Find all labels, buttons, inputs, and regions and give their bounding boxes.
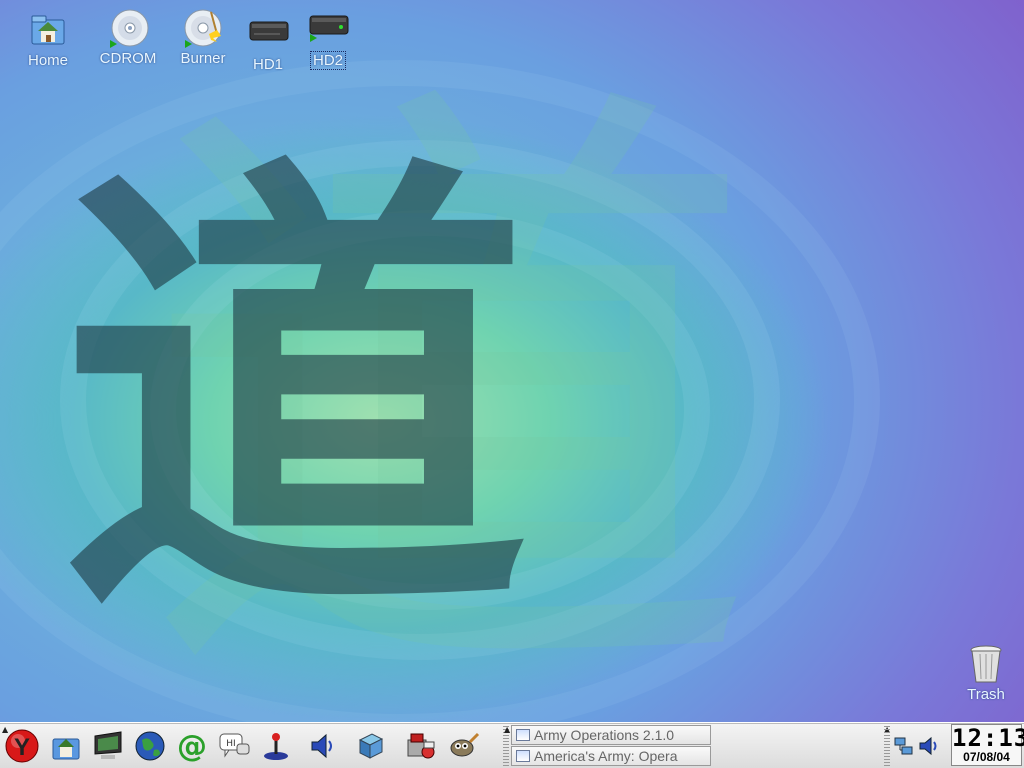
chat-bubble-icon: HI [219, 733, 250, 758]
monitor-icon [94, 731, 122, 759]
desktop-icon-label: Home [27, 52, 68, 69]
desktop-icon-label: HD1 [252, 56, 283, 73]
server-box-icon [358, 733, 384, 759]
panel-arrow-icon[interactable]: ▲ [504, 725, 510, 734]
clock-date: 07/08/04 [963, 750, 1010, 764]
y-menu-icon: Y [5, 729, 39, 763]
task-americas-army[interactable]: America's Army: Opera [511, 746, 711, 766]
taskbar: ▲ Y @ HI ▲ Army Operations 2.1.0 America… [0, 722, 1024, 768]
gimp-icon [450, 732, 480, 757]
clock[interactable]: 12:13 07/08/04 [951, 724, 1024, 766]
task-label: Army Operations 2.1.0 [534, 727, 675, 743]
joystick-launcher[interactable] [257, 727, 295, 765]
desktop-icon-label: Trash [967, 686, 1005, 703]
network-icon [894, 737, 913, 755]
at-sign-icon: @ [177, 730, 207, 762]
volume-tray-button[interactable] [916, 727, 942, 765]
trash-icon [966, 644, 1006, 684]
speaker-icon [311, 733, 332, 759]
task-army-operations[interactable]: Army Operations 2.1.0 [511, 725, 711, 745]
desktop-icon-home[interactable]: Home [8, 10, 88, 69]
link-arrow-icon [110, 40, 117, 48]
cdrom-icon [108, 8, 149, 48]
desktop-icon-hd2[interactable]: HD2 [288, 10, 368, 70]
clock-time: 12:13 [952, 724, 1024, 752]
window-icon [516, 729, 530, 741]
home-launcher[interactable] [47, 727, 85, 765]
home-icon [52, 738, 80, 760]
desktop-icon-cdrom[interactable]: CDROM [88, 8, 168, 67]
network-tray-button[interactable] [892, 727, 916, 765]
joystick-icon [264, 733, 288, 760]
svg-text:Y: Y [14, 734, 30, 761]
volume-icon [919, 736, 937, 756]
audio-launcher[interactable] [303, 727, 341, 765]
hard-drive-icon [248, 14, 289, 54]
package-icon [407, 733, 435, 759]
window-icon [516, 750, 530, 762]
software-launcher[interactable] [402, 727, 440, 765]
task-label: America's Army: Opera [534, 748, 678, 764]
desktop-icon-label: CDROM [99, 50, 157, 67]
link-arrow-icon [310, 34, 317, 42]
svg-text:@: @ [177, 730, 207, 762]
mail-launcher[interactable]: @ [173, 727, 211, 765]
server-launcher[interactable] [351, 727, 389, 765]
menu-button[interactable]: Y [3, 727, 41, 765]
desktop-icon-label: HD2 [309, 51, 346, 70]
tray-grip[interactable] [884, 726, 890, 766]
wallpaper: 道 道 [0, 0, 1024, 768]
chat-launcher[interactable]: HI [215, 727, 253, 765]
desktop-icon-trash[interactable]: Trash [946, 644, 1024, 703]
gimp-launcher[interactable] [444, 727, 482, 765]
terminal-launcher[interactable] [89, 727, 127, 765]
svg-text:HI: HI [226, 739, 235, 749]
browser-launcher[interactable] [131, 727, 169, 765]
cd-burner-icon [183, 8, 223, 48]
home-folder-icon [28, 10, 68, 50]
link-arrow-icon [185, 40, 192, 48]
globe-icon [135, 731, 165, 761]
desktop-icon-label: Burner [180, 50, 226, 67]
hard-drive-icon [308, 10, 349, 50]
